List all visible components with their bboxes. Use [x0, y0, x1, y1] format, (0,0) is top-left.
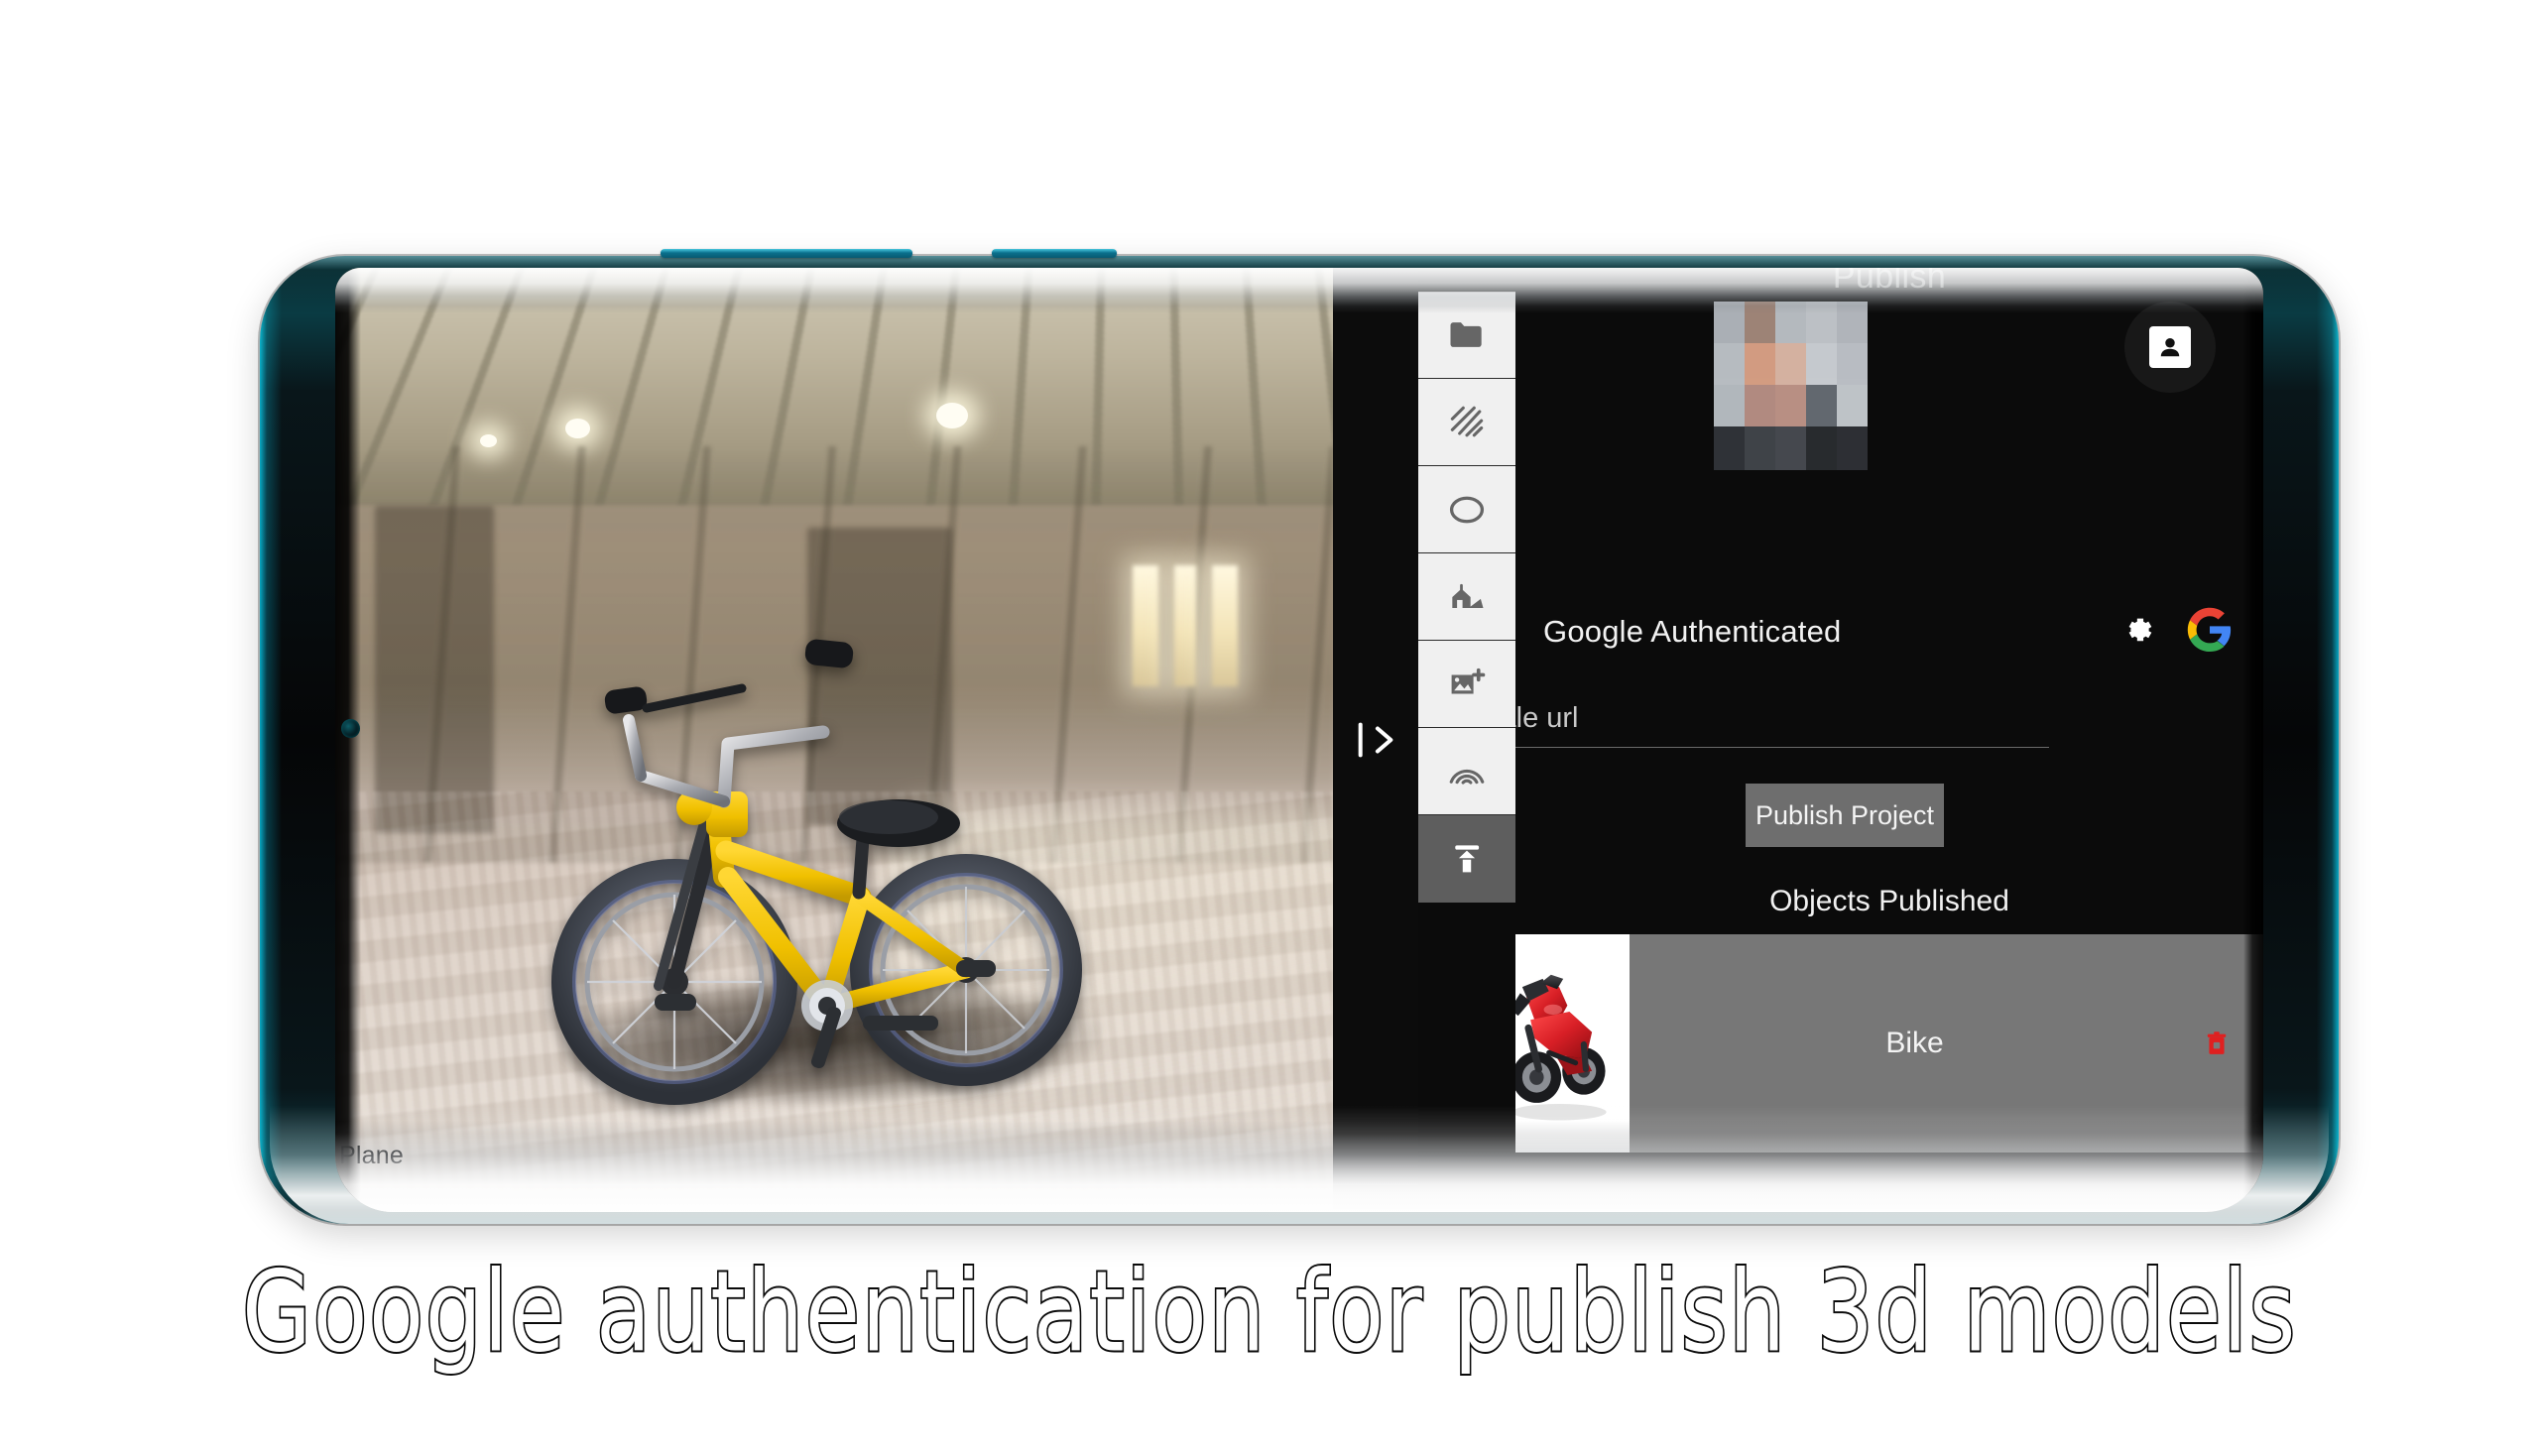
- volume-button[interactable]: [661, 249, 912, 258]
- panel-collapse-toggle[interactable]: [1333, 268, 1418, 1212]
- google-signin-button[interactable]: [2186, 606, 2234, 659]
- folder-icon: [1445, 313, 1489, 357]
- avatar: [1714, 302, 1868, 470]
- auth-action-icons: [2116, 606, 2234, 659]
- ceiling-light: [936, 403, 968, 428]
- auth-status-row: Google Authenticated: [1515, 603, 2263, 661]
- front-camera-icon: [341, 719, 360, 738]
- arc-icon: [1445, 750, 1489, 793]
- input-underline: [1515, 747, 2049, 748]
- red-motorcycle-thumbnail: [1515, 954, 1619, 1133]
- phone-device: Plane Publish Google Authenticated sale …: [260, 256, 2339, 1224]
- list-item[interactable]: Bike: [1515, 934, 2263, 1153]
- upload-icon: [1445, 837, 1489, 881]
- add-image-icon: [1445, 663, 1489, 706]
- toolbar-item-environment[interactable]: [1418, 553, 1515, 641]
- object-label: Plane: [339, 1142, 404, 1170]
- phone-screen: Plane Publish Google Authenticated sale …: [335, 268, 2263, 1212]
- trash-icon: [2204, 1027, 2230, 1060]
- object-name: Bike: [1630, 1027, 2200, 1060]
- toolbar-item-add-image[interactable]: [1418, 641, 1515, 728]
- publish-panel: Publish Google Authenticated sale url Pu…: [1515, 268, 2263, 1212]
- account-box-icon: [2149, 326, 2191, 368]
- object-thumbnail: [1515, 934, 1630, 1153]
- tool-sidebar: [1418, 292, 1515, 907]
- window: [1174, 565, 1196, 686]
- delete-object-button[interactable]: [2204, 1027, 2230, 1060]
- texture-icon: [1445, 401, 1489, 444]
- caption-text: Google authentication for publish 3d mod…: [26, 1248, 2514, 1378]
- auth-status-label: Google Authenticated: [1543, 614, 1841, 650]
- toolbar-item-arc-tool[interactable]: [1418, 728, 1515, 815]
- scene-house-icon: [1445, 575, 1489, 619]
- screenshot-root: Plane Publish Google Authenticated sale …: [0, 0, 2539, 1456]
- objects-published-header: Objects Published: [1515, 885, 2263, 918]
- publish-project-button[interactable]: Publish Project: [1746, 784, 1944, 847]
- bicycle-3d-model[interactable]: [530, 617, 1145, 1113]
- toolbar-item-open-project[interactable]: [1418, 292, 1515, 379]
- panel-title: Publish: [1515, 268, 2263, 297]
- ceiling-light: [565, 419, 590, 438]
- 3d-viewport[interactable]: Plane: [335, 268, 1333, 1212]
- arrow-right-to-bar-icon: [1353, 717, 1398, 763]
- google-g-icon: [2186, 606, 2234, 654]
- account-button[interactable]: [2124, 302, 2216, 393]
- toolbar-item-material[interactable]: [1418, 379, 1515, 466]
- toolbar-item-shape[interactable]: [1418, 466, 1515, 553]
- sale-url-field: [1515, 702, 2049, 748]
- objects-published-list: Bike: [1515, 934, 2263, 1153]
- gear-icon: [2116, 609, 2158, 651]
- window: [1212, 565, 1238, 686]
- doorway: [375, 506, 494, 833]
- toolbar-item-publish[interactable]: [1418, 815, 1515, 903]
- settings-button[interactable]: [2116, 609, 2158, 656]
- power-button[interactable]: [992, 249, 1117, 258]
- sale-url-input[interactable]: [1515, 702, 2049, 747]
- ellipse-icon: [1445, 488, 1489, 532]
